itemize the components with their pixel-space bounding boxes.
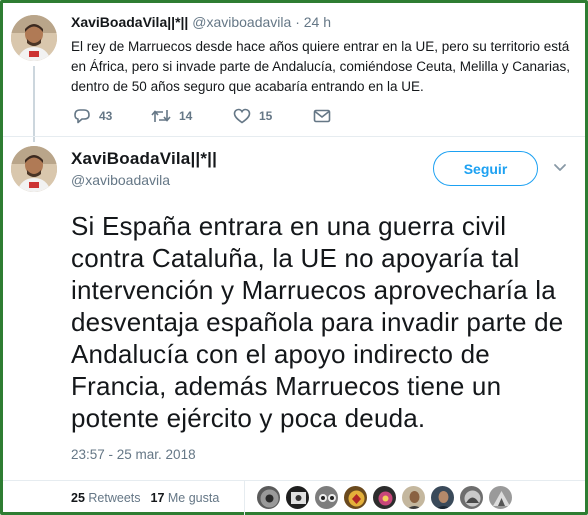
retweets-label: Retweets <box>88 491 141 505</box>
thread-line <box>33 66 35 142</box>
liker-avatar[interactable] <box>343 485 368 510</box>
tweet-text: El rey de Marruecos desde hace años quie… <box>71 39 571 94</box>
retweets-count: 25 <box>71 491 85 505</box>
liker-avatar[interactable] <box>372 485 397 510</box>
stats-divider <box>244 480 245 515</box>
handle[interactable]: @xaviboadavila <box>192 14 291 30</box>
like-icon <box>233 108 251 124</box>
divider <box>3 480 585 481</box>
likes-count: 17 <box>150 491 165 505</box>
retweets-stat[interactable]: 25 Retweets <box>71 491 141 505</box>
retweet-icon <box>151 110 171 122</box>
likes-stat[interactable]: 17 Me gusta <box>151 491 220 505</box>
display-name[interactable]: XaviBoadaVila||*|| <box>71 149 217 169</box>
like-button[interactable]: 15 <box>233 108 272 124</box>
liker-avatar[interactable] <box>314 485 339 510</box>
likes-label: Me gusta <box>167 491 220 505</box>
tweet-header: XaviBoadaVila||*|| @xaviboadavila · 24 h <box>71 14 331 30</box>
liker-avatar[interactable] <box>401 485 426 510</box>
separator: · <box>295 14 300 30</box>
avatar[interactable] <box>11 146 57 192</box>
liker-avatar[interactable] <box>430 485 455 510</box>
like-count: 15 <box>259 109 273 123</box>
reply-button[interactable]: 43 <box>73 108 112 124</box>
tweet-stats: 25 Retweets 17 Me gusta <box>71 491 219 505</box>
liker-avatar[interactable] <box>488 485 513 510</box>
tweet-timestamp[interactable]: 23:57 - 25 mar. 2018 <box>71 447 196 462</box>
tweet-text: Si España entrara en una guerra civil co… <box>71 211 564 433</box>
tweet-menu-button[interactable] <box>553 160 567 178</box>
avatar[interactable] <box>11 15 57 61</box>
follow-button[interactable]: Seguir <box>433 151 538 186</box>
liker-avatar[interactable] <box>285 485 310 510</box>
retweet-count: 14 <box>179 109 193 123</box>
direct-message-icon <box>313 109 331 123</box>
chevron-down-icon <box>554 164 566 171</box>
liker-avatar[interactable] <box>459 485 484 510</box>
reply-count: 43 <box>99 109 113 123</box>
tweet-time[interactable]: 24 h <box>304 14 331 30</box>
handle[interactable]: @xaviboadavila <box>71 172 170 188</box>
display-name[interactable]: XaviBoadaVila||*|| <box>71 14 188 30</box>
retweet-button[interactable]: 14 <box>151 108 192 124</box>
reply-icon <box>74 109 90 124</box>
direct-message-button[interactable] <box>313 108 339 124</box>
liker-avatar[interactable] <box>256 485 281 510</box>
divider <box>3 136 585 137</box>
